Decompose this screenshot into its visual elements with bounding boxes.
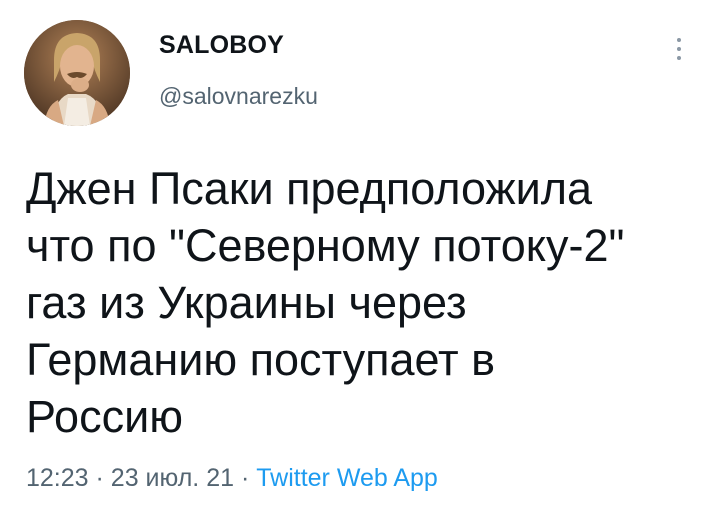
tweet-text-line: Россию <box>26 391 183 442</box>
author-display-name[interactable]: SALOBOY <box>159 31 284 60</box>
tweet-date[interactable]: 23 июл. 21 <box>111 464 234 492</box>
more-vertical-icon-dot <box>677 56 681 60</box>
tweet-time[interactable]: 12:23 <box>26 464 89 492</box>
tweet-source-link[interactable]: Twitter Web App <box>256 464 438 492</box>
tweet-text-line: газ из Украины через <box>26 277 467 328</box>
meta-separator: · <box>95 464 104 492</box>
tweet-text-line: что по "Северному потоку-2" <box>26 220 625 271</box>
meta-separator: · <box>240 464 250 492</box>
more-vertical-icon-dot <box>677 47 681 51</box>
more-options-button[interactable] <box>664 32 694 66</box>
tweet-text: Джен Псаки предположила что по "Северном… <box>26 160 696 445</box>
avatar[interactable] <box>24 20 130 126</box>
tweet-metadata: 12:23 · 23 июл. 21 · Twitter Web App <box>26 464 438 493</box>
author-handle[interactable]: @salovnarezku <box>159 83 318 110</box>
more-vertical-icon <box>677 38 681 42</box>
tweet-card: SALOBOY @salovnarezku Джен Псаки предпол… <box>0 0 720 509</box>
avatar-image <box>24 20 130 126</box>
tweet-text-line: Джен Псаки предположила <box>26 163 593 214</box>
tweet-text-line: Германию поступает в <box>26 334 496 385</box>
